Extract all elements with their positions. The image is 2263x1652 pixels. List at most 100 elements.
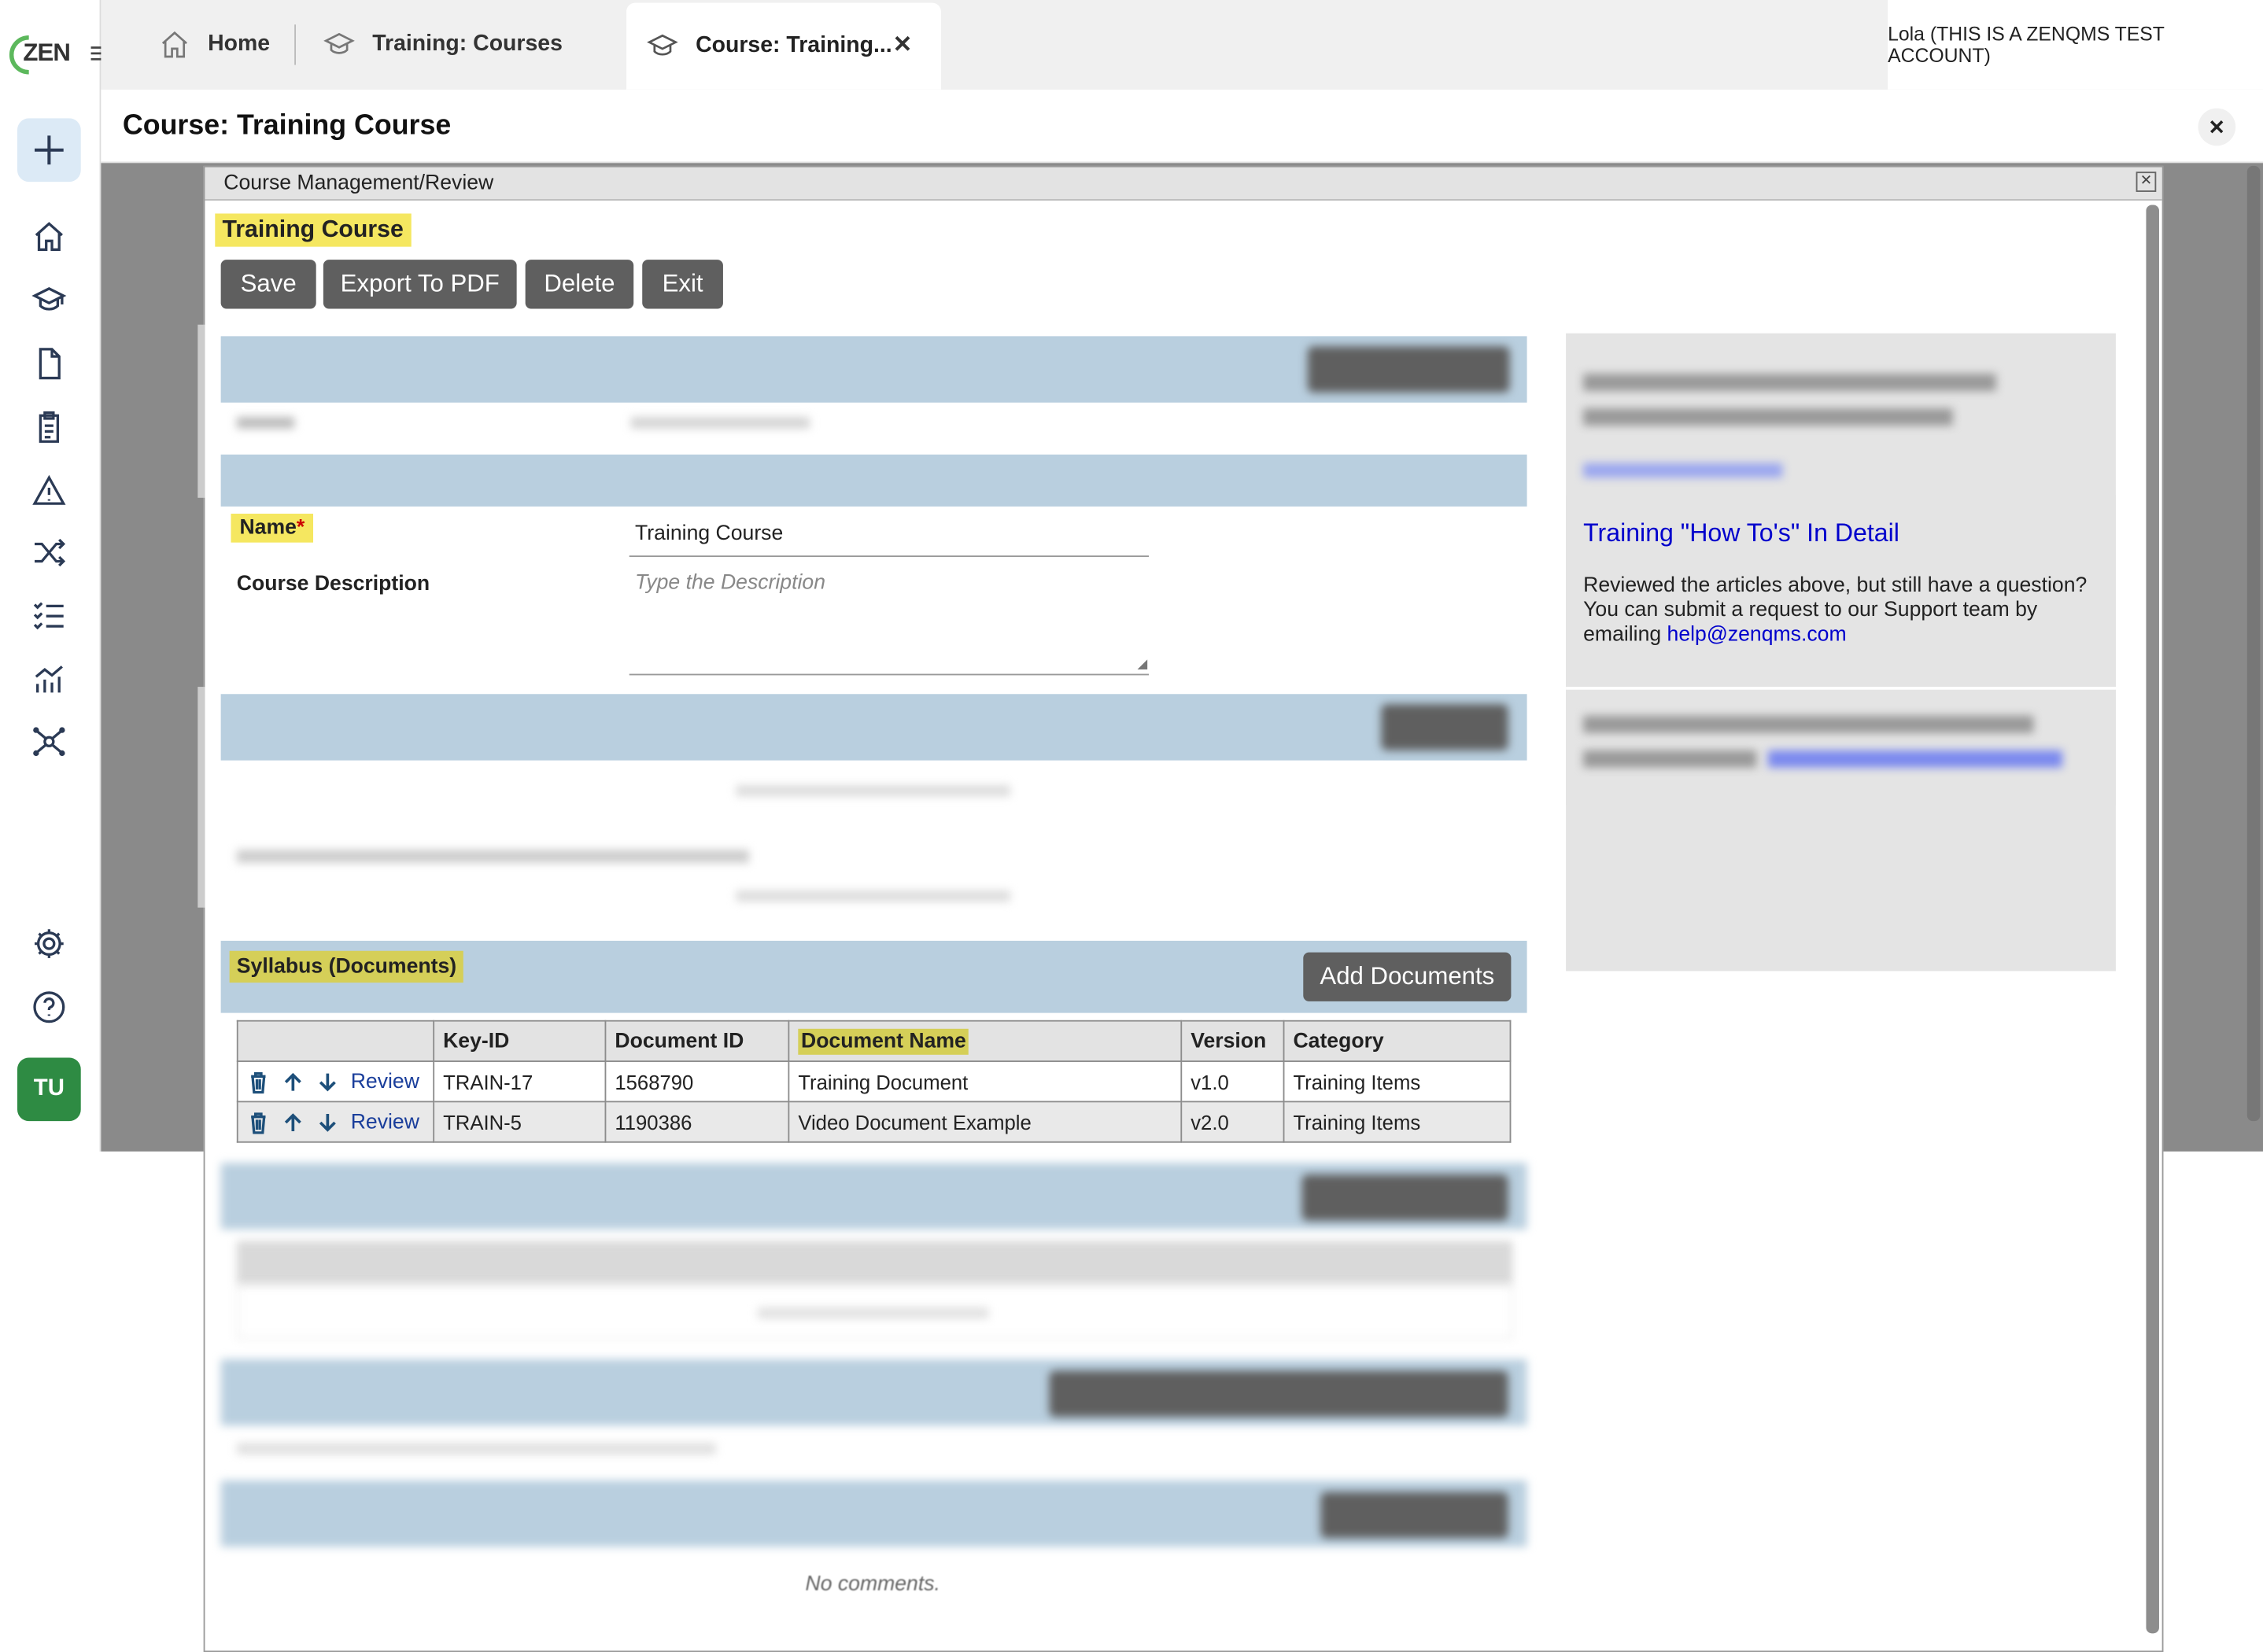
version-cell: v2.0 xyxy=(1180,1101,1285,1143)
trash-icon[interactable] xyxy=(247,1070,270,1093)
exit-button[interactable]: Exit xyxy=(642,260,723,309)
course-description-textarea[interactable]: Type the Description ◢ xyxy=(629,566,1150,676)
home-icon[interactable] xyxy=(31,219,66,254)
trash-icon[interactable] xyxy=(247,1110,270,1134)
plus-icon xyxy=(35,135,64,165)
tab-training-courses-label: Training: Courses xyxy=(372,31,563,57)
howto-link[interactable]: Training "How To's" In Detail xyxy=(1583,518,1899,548)
details-section-bar xyxy=(220,454,1527,507)
course-management-dialog: Course Management/Review ✕ Training Cour… xyxy=(198,165,2164,1652)
dialog-scrollbar[interactable] xyxy=(2146,205,2159,1634)
analytics-icon[interactable] xyxy=(31,661,66,695)
tab-training-courses[interactable]: Training: Courses xyxy=(323,0,563,90)
col-document-name-label: Document Name xyxy=(798,1027,969,1054)
tab-course-training[interactable]: Course: Training... ✕ xyxy=(626,2,941,90)
manage-assigned-users-button[interactable] xyxy=(1049,1370,1508,1418)
zen-logo[interactable]: ZEN xyxy=(9,31,72,75)
new-user-panel xyxy=(1566,687,2116,806)
arrow-up-icon[interactable] xyxy=(282,1110,305,1133)
user-account-label[interactable]: Lola (THIS IS A ZENQMS TEST ACCOUNT) xyxy=(1888,0,2263,90)
arrow-down-icon[interactable] xyxy=(316,1110,339,1133)
category-cell: Training Items xyxy=(1283,1060,1512,1103)
document-id-cell: 1190386 xyxy=(604,1101,790,1143)
create-new-button[interactable] xyxy=(17,118,81,183)
close-page-button[interactable]: ✕ xyxy=(2198,108,2236,146)
name-input[interactable]: Training Course xyxy=(629,517,1150,558)
graduation-cap-icon[interactable] xyxy=(31,283,67,318)
name-label-text: Name xyxy=(239,516,297,540)
editor-name xyxy=(630,417,810,429)
add-link-button[interactable] xyxy=(1381,704,1508,750)
table-row: Review TRAIN-5 1190386 Video Document Ex… xyxy=(236,1101,1512,1143)
close-tab-icon[interactable]: ✕ xyxy=(893,31,913,60)
tab-home-label: Home xyxy=(208,31,271,57)
review-link[interactable]: Review xyxy=(351,1110,419,1133)
name-label: Name* xyxy=(231,513,314,543)
new-user-text-blurred xyxy=(1583,715,2034,733)
document-name-cell: Training Document xyxy=(788,1060,1183,1103)
change-controls-label xyxy=(236,850,749,863)
arrow-down-icon[interactable] xyxy=(316,1070,339,1093)
checklist-icon[interactable] xyxy=(31,597,66,632)
key-id-cell: TRAIN-17 xyxy=(433,1060,607,1103)
settings-icon[interactable] xyxy=(31,927,66,961)
col-document-name[interactable]: Document Name xyxy=(788,1020,1183,1062)
no-links-text xyxy=(736,784,1010,797)
export-pdf-button[interactable]: Export To PDF xyxy=(323,260,517,309)
left-shadow-strip xyxy=(198,324,205,498)
required-mark: * xyxy=(296,516,305,540)
col-document-id[interactable]: Document ID xyxy=(604,1020,790,1062)
arrow-up-icon[interactable] xyxy=(282,1070,305,1093)
tab-divider xyxy=(294,24,297,65)
table-row: Review TRAIN-17 1568790 Training Documen… xyxy=(236,1060,1512,1103)
no-comments-text: No comments. xyxy=(805,1573,940,1596)
training-overview-link-blurred[interactable] xyxy=(1583,463,1783,478)
graduation-cap-icon xyxy=(323,32,355,54)
shuffle-icon[interactable] xyxy=(31,535,66,570)
table-header-row: Key-ID Document ID Document Name Version… xyxy=(236,1020,1512,1062)
col-actions xyxy=(236,1020,435,1062)
review-link[interactable]: Review xyxy=(351,1070,419,1093)
help-icon[interactable] xyxy=(31,990,66,1024)
new-user-text-blurred-2 xyxy=(1583,750,1757,768)
document-name-cell: Video Document Example xyxy=(788,1101,1183,1143)
assigned-users-text xyxy=(236,1443,716,1455)
ojt-table-body xyxy=(236,1284,1513,1340)
save-button[interactable]: Save xyxy=(220,260,316,309)
delete-button[interactable]: Delete xyxy=(525,260,634,309)
editor-row xyxy=(236,417,295,429)
manage-editors-button[interactable] xyxy=(1307,346,1510,393)
syllabus-title: Syllabus (Documents) xyxy=(229,950,464,983)
help-heading-blurred-2 xyxy=(1583,408,1953,426)
page-title: Course: Training Course xyxy=(122,109,452,142)
add-ojt-event-button[interactable] xyxy=(1301,1174,1508,1221)
col-key-id[interactable]: Key-ID xyxy=(433,1020,607,1062)
page-scrollbar[interactable] xyxy=(2246,165,2261,1122)
resize-handle-icon[interactable]: ◢ xyxy=(1137,657,1147,673)
user-avatar[interactable]: TU xyxy=(17,1057,81,1122)
network-icon[interactable] xyxy=(31,725,66,759)
close-icon: ✕ xyxy=(2208,114,2226,138)
general-user-training-link-blurred[interactable] xyxy=(1767,750,2063,768)
row-actions: Review xyxy=(236,1101,435,1143)
tab-home[interactable]: Home xyxy=(159,0,270,90)
document-icon[interactable] xyxy=(31,346,66,381)
links-section-bar xyxy=(220,694,1527,761)
add-documents-button[interactable]: Add Documents xyxy=(1303,952,1512,1001)
col-category[interactable]: Category xyxy=(1283,1020,1512,1062)
col-version[interactable]: Version xyxy=(1180,1020,1285,1062)
help-heading-blurred xyxy=(1583,374,1996,392)
course-description-label: Course Description xyxy=(236,573,430,596)
warning-icon[interactable] xyxy=(31,474,66,508)
dialog-title: Course Management/Review xyxy=(223,171,494,195)
name-input-value: Training Course xyxy=(635,522,784,546)
help-email-link[interactable]: help@zenqms.com xyxy=(1667,623,1847,646)
clipboard-icon[interactable] xyxy=(31,410,66,444)
ojt-table-header xyxy=(236,1241,1513,1285)
user-label: Lola (THIS IS A ZENQMS TEST ACCOUNT) xyxy=(1888,23,2165,67)
help-panel-content: Training "How To's" In Detail Reviewed t… xyxy=(1566,495,2116,688)
dialog-close-button[interactable]: ✕ xyxy=(2136,171,2157,192)
add-comment-button[interactable] xyxy=(1320,1492,1508,1539)
left-sidebar: ZEN TU xyxy=(0,0,105,1152)
dialog-titlebar: Course Management/Review ✕ xyxy=(205,167,2162,201)
